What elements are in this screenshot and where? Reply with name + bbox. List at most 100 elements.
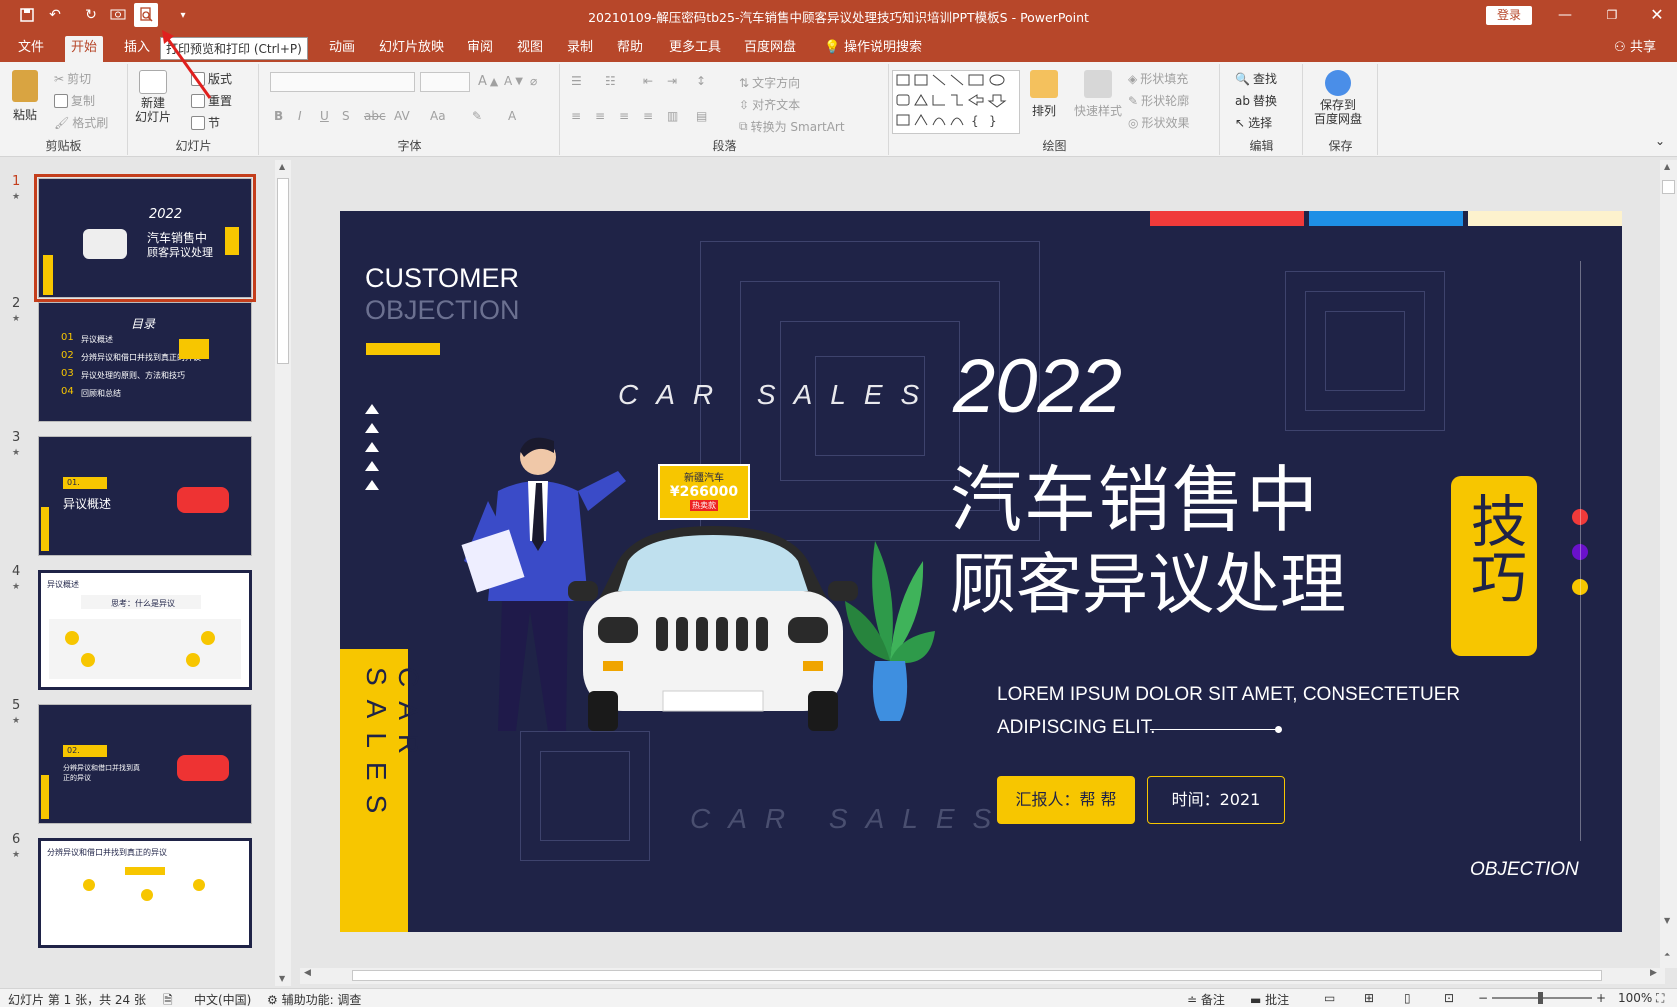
font-color-icon[interactable]: A [508, 109, 516, 123]
main-slide[interactable]: CUSTOMER OBJECTION CAR SALES CAR SALES C… [340, 211, 1622, 932]
minimize-icon[interactable]: — [1550, 4, 1580, 26]
accessibility-status[interactable]: ⚙ 辅助功能: 调查 [267, 991, 361, 1007]
select-button[interactable]: ↖ 选择 [1235, 114, 1272, 131]
language-indicator[interactable]: 中文(中国) [194, 991, 251, 1007]
font-size-combo[interactable] [420, 72, 470, 92]
zoom-in-icon[interactable]: + [1596, 991, 1606, 1005]
decrease-font-icon[interactable]: A ▼ [504, 74, 523, 88]
increase-indent-icon[interactable]: ⇥ [667, 74, 677, 88]
text-direction-button[interactable]: ⇅ 文字方向 [739, 74, 800, 91]
spellcheck-icon[interactable]: 🗎 [163, 991, 173, 1007]
zoom-level[interactable]: 100% [1618, 991, 1652, 1005]
thumbnail-slide-2[interactable]: 目录 01 异议概述 02 分辨异议和借口并找到真正的异议 03 异议处理的原则… [38, 302, 252, 422]
fit-to-window-icon[interactable]: ⛶ [1656, 991, 1664, 1006]
increase-font-icon[interactable]: A ▲ [478, 74, 498, 89]
change-case-icon[interactable]: Aa [430, 109, 446, 123]
quick-styles-button[interactable]: 快速样式 [1074, 70, 1122, 119]
tab-review[interactable]: 审阅 [461, 36, 499, 62]
numbering-icon[interactable]: ☷ [605, 74, 616, 88]
font-name-combo[interactable] [270, 72, 415, 92]
tab-home[interactable]: 开始 [65, 36, 104, 62]
paste-button[interactable]: 粘贴 [12, 70, 38, 123]
tab-animations[interactable]: 动画 [323, 36, 361, 62]
underline-icon[interactable]: U [320, 109, 329, 123]
shapes-gallery[interactable]: {} [892, 70, 1020, 134]
tab-help[interactable]: 帮助 [611, 36, 649, 62]
normal-view-icon[interactable]: ▭ [1324, 991, 1335, 1005]
restore-icon[interactable]: ❐ [1597, 4, 1627, 26]
slideshow-icon[interactable]: ⊡ [1444, 991, 1454, 1005]
year-title: 2022 [953, 344, 1123, 429]
clear-format-icon[interactable]: ⌀ [530, 74, 537, 88]
convert-smartart-button[interactable]: ⧉ 转换为 SmartArt [739, 118, 845, 135]
thumbnail-slide-4[interactable]: 异议概述 思考：什么是异议 [38, 570, 252, 690]
slide-count: 幻灯片 第 1 张，共 24 张 [8, 993, 146, 1007]
char-spacing-icon[interactable]: AV [394, 109, 410, 123]
notes-button[interactable]: ≐ 备注 [1187, 991, 1225, 1007]
columns-icon[interactable]: ▤ [696, 109, 707, 123]
thumbnail-slide-6[interactable]: 分辨异议和借口并找到真正的异议 [38, 838, 252, 948]
zoom-slider-handle[interactable] [1538, 992, 1543, 1004]
align-center-icon[interactable]: ≡ [595, 109, 605, 123]
thumbnail-slide-1[interactable]: 2022 汽车销售中 顾客异议处理 [34, 174, 256, 302]
tab-slideshow[interactable]: 幻灯片放映 [373, 36, 450, 62]
strikethrough-icon[interactable]: abc [364, 109, 386, 123]
section-button[interactable]: 节 [191, 114, 220, 131]
tab-more-tools[interactable]: 更多工具 [663, 36, 727, 62]
thumb-part: 02. [67, 746, 80, 755]
zoom-out-icon[interactable]: − [1478, 991, 1488, 1005]
shape-outline-button[interactable]: ✎ 形状轮廓 [1128, 92, 1189, 109]
scroll-up-icon[interactable]: ▲ [279, 162, 285, 171]
scroll-thumb[interactable] [277, 178, 289, 364]
shape-effects-button[interactable]: ◎ 形状效果 [1128, 114, 1190, 131]
align-left-icon[interactable]: ≡ [571, 109, 581, 123]
tab-view[interactable]: 视图 [511, 36, 549, 62]
decrease-indent-icon[interactable]: ⇤ [643, 74, 653, 88]
shape-fill-button[interactable]: ◈ 形状填充 [1128, 70, 1188, 87]
horizontal-scrollbar[interactable]: ◀ ▶ [300, 968, 1665, 984]
thumbnail-slide-5[interactable]: 02. 分辨异议和借口并找到真正的异议 [38, 704, 252, 824]
tab-insert[interactable]: 插入 [118, 36, 156, 62]
reading-view-icon[interactable]: ▯ [1404, 991, 1411, 1005]
highlight-icon[interactable]: ✎ [472, 109, 482, 123]
thumbnails-scrollbar[interactable]: ▲ ▼ [275, 160, 291, 986]
bullets-icon[interactable]: ☰ [571, 74, 582, 88]
distributed-icon[interactable]: ▥ [667, 109, 678, 123]
italic-icon[interactable]: I [298, 109, 302, 123]
share-button[interactable]: ⚇ 共享 [1610, 36, 1662, 62]
replace-button[interactable]: ab 替换 [1235, 92, 1277, 109]
line-spacing-icon[interactable]: ↕ [696, 74, 706, 88]
horizontal-scroll-thumb[interactable] [352, 970, 1602, 981]
animation-star-icon: ★ [12, 448, 21, 458]
justify-icon[interactable]: ≡ [643, 109, 653, 123]
bold-icon[interactable]: B [274, 109, 283, 123]
comments-button[interactable]: ▬ 批注 [1250, 991, 1289, 1007]
align-text-button[interactable]: ⇳ 对齐文本 [739, 96, 800, 113]
scroll-right-icon[interactable]: ▶ [1650, 968, 1657, 978]
format-painter-button[interactable]: 🖌 格式刷 [54, 114, 108, 131]
scroll-down-icon[interactable]: ▼ [1664, 916, 1670, 925]
slide-sorter-icon[interactable]: ⊞ [1364, 991, 1374, 1005]
vertical-scroll-thumb[interactable] [1662, 180, 1675, 194]
tab-record[interactable]: 录制 [561, 36, 599, 62]
scroll-left-icon[interactable]: ◀ [304, 968, 311, 978]
tab-baidu-netdisk[interactable]: 百度网盘 [738, 36, 802, 62]
previous-slide-icon[interactable]: ⏶ [1664, 950, 1670, 960]
tell-me-search[interactable]: 💡 操作说明搜索 [818, 36, 928, 62]
close-icon[interactable]: ✕ [1642, 4, 1672, 26]
cut-button[interactable]: ✂ 剪切 [54, 70, 91, 87]
tab-file[interactable]: 文件 [12, 36, 50, 62]
align-right-icon[interactable]: ≡ [619, 109, 629, 123]
login-button[interactable]: 登录 [1486, 6, 1532, 25]
slide-vertical-scrollbar[interactable]: ▲ ▼ ⏶ [1660, 160, 1677, 968]
shadow-icon[interactable]: S [342, 109, 350, 123]
arrange-button[interactable]: 排列 [1030, 70, 1058, 119]
find-button[interactable]: 🔍 查找 [1235, 70, 1277, 87]
collapse-ribbon-icon[interactable]: ⌄ [1655, 134, 1665, 148]
scroll-up-icon[interactable]: ▲ [1664, 162, 1670, 171]
copy-button[interactable]: 复制 [54, 92, 95, 109]
thumbnail-slide-3[interactable]: 01. 异议概述 [38, 436, 252, 556]
cursor-icon: ↖ [1235, 115, 1246, 130]
save-to-baidu-button[interactable]: 保存到 百度网盘 [1314, 70, 1362, 126]
scroll-down-icon[interactable]: ▼ [279, 974, 285, 983]
